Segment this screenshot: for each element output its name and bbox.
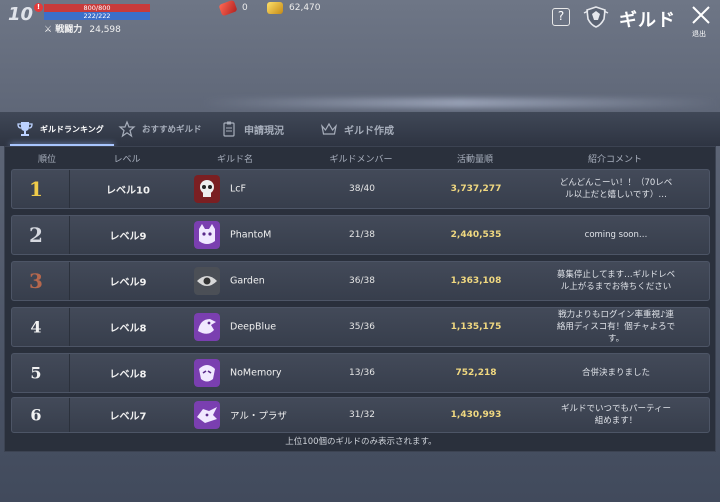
tab-create-guild[interactable]: ギルド作成: [320, 112, 394, 146]
status-bar: 10 ! 800/800 222/222 ⚔ 戦闘力 24,598 0 62,4…: [0, 0, 720, 108]
guild-comment: 募集停止してます…ギルドレベ ル上がるまでお待ちください: [556, 270, 676, 292]
guild-comment: 戦力よりもログイン率重視♪連 絡用ディスコ有！個チャよろで す。: [556, 310, 676, 344]
tab-recommended-guilds[interactable]: おすすめギルド: [118, 112, 202, 146]
guild-activity: 2,440,535: [450, 230, 502, 240]
tab-guild-ranking[interactable]: ギルドランキング: [10, 112, 114, 146]
skull-emblem-icon: [194, 175, 220, 203]
rank-number: 5: [30, 363, 42, 383]
guild-comment: どんどんこーい！！（70レベ ル以上だと嬉しいです）…: [559, 178, 673, 200]
rank-cell: 4: [12, 308, 70, 346]
tab-label: ギルド作成: [344, 125, 394, 137]
sword-icon: ⚔: [44, 25, 53, 35]
currency-gold: 62,470: [267, 2, 321, 14]
guild-level: レベル8: [109, 323, 147, 335]
gold-count: 62,470: [289, 3, 321, 13]
rank-number: 6: [30, 405, 42, 425]
rank-number: 2: [29, 223, 43, 247]
tab-label: ギルドランキング: [40, 124, 104, 134]
guild-name: PhantoM: [230, 229, 272, 241]
clipboard-icon: [223, 121, 235, 137]
star-icon: [118, 120, 136, 138]
combat-power-value: 24,598: [89, 25, 121, 35]
column-members: ギルドメンバー: [329, 155, 393, 165]
rank-cell: 5: [12, 354, 70, 392]
tab-label: おすすめギルド: [142, 125, 202, 135]
close-icon[interactable]: [690, 4, 712, 26]
tab-bar: ギルドランキング おすすめギルド 申請現況 ギルド作成: [0, 112, 720, 146]
rank-cell: 2: [12, 216, 70, 254]
guild-comment: 合併決まりました: [581, 368, 650, 378]
trophy-icon: [17, 122, 33, 136]
guild-activity: 1,135,175: [450, 322, 502, 332]
rank-cell: 1: [12, 170, 70, 208]
guild-level: レベル7: [109, 411, 147, 423]
table-row[interactable]: 1 レベル10 LcF 38/40 3,737,277 どんどんこーい！！（70…: [11, 169, 710, 209]
eye-emblem-icon: [194, 267, 220, 295]
table-footer-note: 上位100個のギルドのみ表示されます。: [285, 437, 437, 447]
currency-gem: 0: [218, 0, 248, 17]
guild-activity: 752,218: [455, 368, 497, 378]
guild-activity: 3,737,277: [450, 184, 502, 194]
ranking-table: 順位 レベル ギルド名 ギルドメンバー 活動量順 紹介コメント 1 レベル10 …: [4, 146, 716, 452]
wolf-emblem-icon: [194, 401, 220, 429]
mp-bar: 222/222: [44, 12, 150, 20]
guild-activity: 1,363,108: [450, 276, 502, 286]
tab-application-status[interactable]: 申請現況: [220, 112, 284, 146]
dragon-emblem-icon: [194, 313, 220, 341]
table-row[interactable]: 5 レベル8 NoMemory 13/36 752,218 合併決まりました: [11, 353, 710, 393]
player-level: 10: [8, 4, 34, 25]
gem-count: 0: [242, 3, 248, 13]
guild-level: レベル9: [109, 277, 147, 289]
table-row[interactable]: 4 レベル8 DeepBlue 35/36 1,135,175 戦力よりもログイ…: [11, 307, 710, 347]
guild-name: DeepBlue: [230, 321, 277, 333]
rank-number: 1: [29, 177, 43, 201]
tab-label: 申請現況: [244, 125, 284, 137]
guild-level: レベル8: [109, 369, 147, 381]
table-row[interactable]: 6 レベル7 アル・プラザ 31/32 1,430,993 ギルドでいつでもパー…: [11, 397, 710, 433]
guild-name: LcF: [230, 183, 246, 195]
rank-cell: 3: [12, 262, 70, 300]
exit-label: 退出: [692, 30, 706, 38]
table-header: 順位 レベル ギルド名 ギルドメンバー 活動量順 紹介コメント: [5, 147, 717, 167]
cat-emblem-icon: [194, 221, 220, 249]
guild-level: レベル10: [106, 185, 150, 197]
divider-glow: [200, 98, 720, 108]
combat-power: ⚔ 戦闘力 24,598: [44, 22, 121, 35]
page-title: ギルド: [619, 10, 676, 31]
guild-name: NoMemory: [230, 367, 282, 379]
guild-crest-icon: [583, 6, 609, 28]
guild-name: Garden: [230, 275, 265, 287]
guild-members: 36/38: [349, 276, 375, 286]
column-activity: 活動量順: [456, 155, 494, 165]
guild-members: 21/38: [349, 230, 375, 240]
table-row[interactable]: 2 レベル9 PhantoM 21/38 2,440,535 coming so…: [11, 215, 710, 255]
hp-bar: 800/800: [44, 4, 150, 12]
rank-number: 4: [30, 317, 42, 337]
guild-level: レベル9: [109, 231, 147, 243]
guild-activity: 1,430,993: [450, 410, 502, 420]
help-button[interactable]: ?: [552, 8, 570, 26]
column-level: レベル: [113, 155, 141, 165]
column-guild-name: ギルド名: [216, 155, 254, 165]
guild-comment: ギルドでいつでもパーティー 組めます！: [561, 404, 671, 426]
rank-number: 3: [29, 269, 43, 293]
guild-members: 13/36: [349, 368, 375, 378]
crown-icon: [321, 122, 337, 135]
rank-cell: 6: [12, 398, 70, 432]
guild-name: アル・プラザ: [230, 411, 287, 422]
guild-members: 35/36: [349, 322, 375, 332]
alert-badge[interactable]: !: [34, 3, 43, 12]
guild-comment: coming soon…: [584, 230, 648, 240]
combat-power-label: 戦闘力: [55, 25, 83, 35]
gem-icon: [218, 0, 238, 17]
table-row[interactable]: 3 レベル9 Garden 36/38 1,363,108 募集停止してます…ギ…: [11, 261, 710, 301]
column-rank: 順位: [37, 155, 57, 165]
gold-icon: [267, 2, 283, 14]
guild-members: 31/32: [349, 410, 375, 420]
guild-members: 38/40: [349, 184, 375, 194]
beast-emblem-icon: [194, 359, 220, 387]
column-comment: 紹介コメント: [587, 155, 643, 165]
